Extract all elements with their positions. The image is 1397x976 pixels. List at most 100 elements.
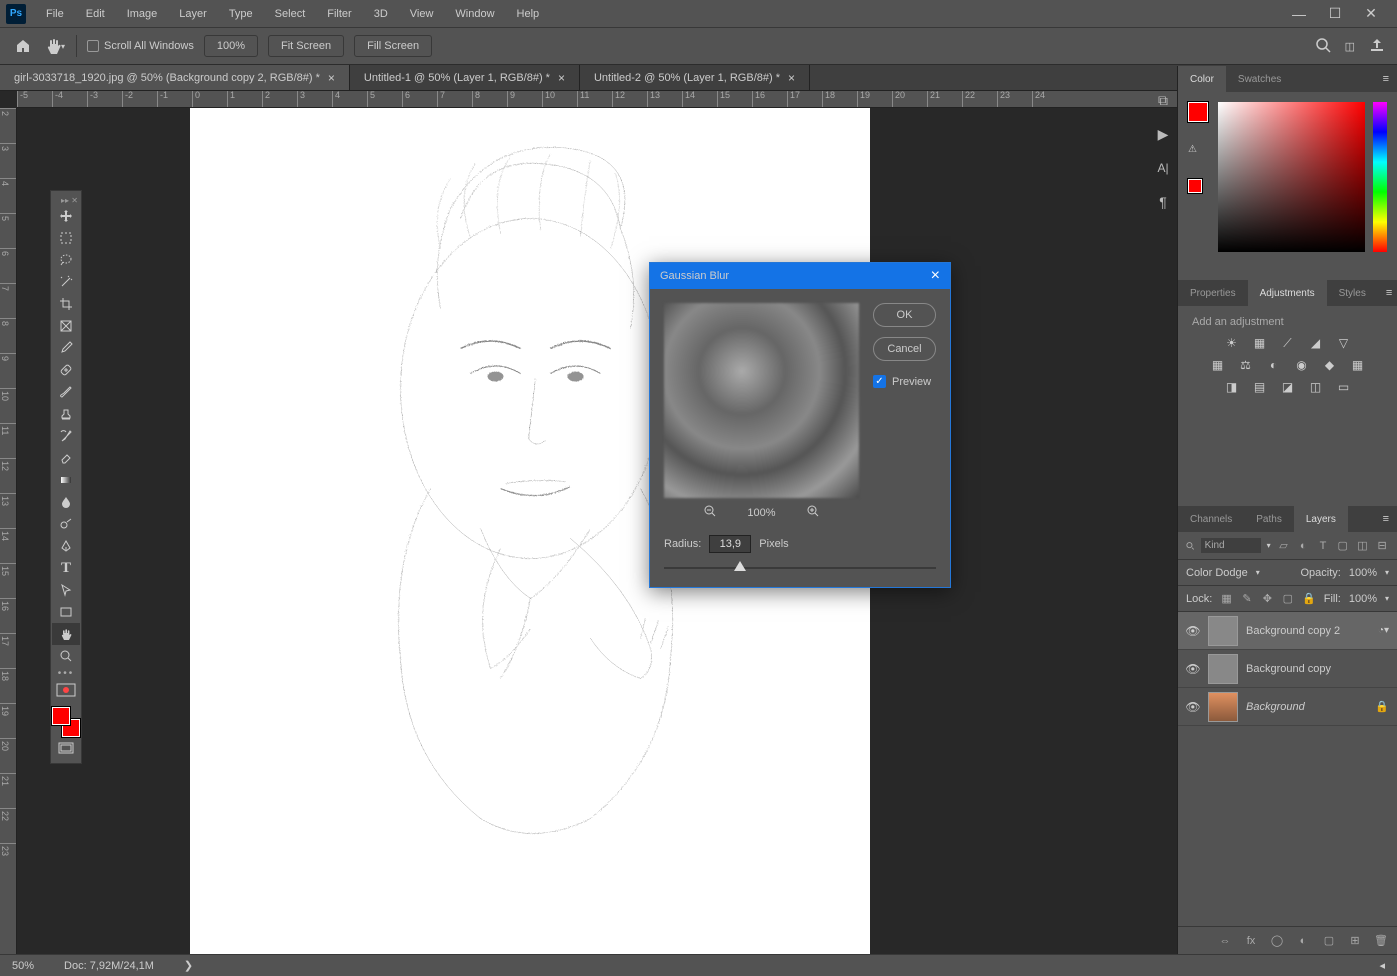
radius-input[interactable] (709, 535, 751, 553)
dodge-tool[interactable] (52, 513, 80, 535)
hand-tool-icon[interactable]: ▾ (44, 35, 66, 57)
history-brush-tool[interactable] (52, 425, 80, 447)
blur-tool[interactable] (52, 491, 80, 513)
healing-tool[interactable] (52, 359, 80, 381)
color-swatches[interactable] (52, 707, 80, 737)
zoom-in-icon[interactable] (806, 504, 820, 521)
bw-icon[interactable]: ◐ (1265, 358, 1283, 372)
layer-name[interactable]: Background (1246, 701, 1367, 713)
layer-kind-filter[interactable] (1201, 538, 1261, 553)
lock-transparent-icon[interactable]: ▦ (1220, 591, 1232, 607)
layer-name[interactable]: Background copy (1246, 663, 1389, 675)
lock-all-icon[interactable]: 🔒 (1302, 591, 1316, 607)
ok-button[interactable]: OK (873, 303, 936, 327)
screen-mode-icon[interactable] (52, 737, 80, 759)
layer-row[interactable]: 👁Background copy (1178, 650, 1397, 688)
stamp-tool[interactable] (52, 403, 80, 425)
brush-tool[interactable] (52, 381, 80, 403)
curves-icon[interactable]: ⟋ (1279, 336, 1297, 350)
hue-icon[interactable]: ▦ (1209, 358, 1227, 372)
mixer-icon[interactable]: ◆ (1321, 358, 1339, 372)
paragraph-icon[interactable]: ¶ (1153, 192, 1173, 212)
menu-filter[interactable]: Filter (317, 4, 361, 24)
path-select-tool[interactable] (52, 579, 80, 601)
edit-toolbar[interactable]: ••• (58, 667, 75, 679)
actions-icon[interactable]: ▶ (1153, 124, 1173, 144)
new-group-icon[interactable]: ▢ (1321, 933, 1337, 949)
balance-icon[interactable]: ⚖ (1237, 358, 1255, 372)
menu-select[interactable]: Select (265, 4, 316, 24)
lock-position-icon[interactable]: ✥ (1261, 591, 1273, 607)
tab-styles[interactable]: Styles (1327, 280, 1378, 306)
toolbox-handle[interactable]: ▸▸ ✕ (51, 195, 81, 205)
eyedropper-tool[interactable] (52, 337, 80, 359)
menu-image[interactable]: Image (117, 4, 168, 24)
visibility-icon[interactable]: 👁 (1186, 700, 1200, 714)
lasso-tool[interactable] (52, 249, 80, 271)
move-tool[interactable] (52, 205, 80, 227)
fx-icon[interactable]: fx (1243, 933, 1259, 949)
lookup-icon[interactable]: ▦ (1349, 358, 1367, 372)
menu-file[interactable]: File (36, 4, 74, 24)
close-button[interactable]: ✕ (1359, 5, 1383, 23)
tab-color[interactable]: Color (1178, 66, 1226, 92)
new-layer-icon[interactable]: ⊞ (1347, 933, 1363, 949)
filter-shape-icon[interactable]: ▢ (1336, 538, 1350, 554)
pen-tool[interactable] (52, 535, 80, 557)
filter-smart-icon[interactable]: ◫ (1356, 538, 1370, 554)
tab-adjustments[interactable]: Adjustments (1248, 280, 1327, 306)
panel-menu-icon[interactable]: ≡ (1375, 66, 1397, 92)
foreground-swatch[interactable] (1188, 102, 1208, 122)
zoom-level[interactable]: 100% (204, 35, 258, 57)
type-tool[interactable]: T (52, 557, 80, 579)
scroll-left-icon[interactable]: ◂ (1379, 959, 1385, 972)
tab-swatches[interactable]: Swatches (1226, 66, 1293, 92)
menu-3d[interactable]: 3D (364, 4, 398, 24)
brightness-icon[interactable]: ☀ (1223, 336, 1241, 350)
layer-thumbnail[interactable] (1208, 654, 1238, 684)
dialog-preview[interactable] (664, 303, 859, 498)
color-field[interactable] (1218, 102, 1365, 252)
delete-layer-icon[interactable]: 🗑 (1373, 933, 1389, 949)
filter-adjust-icon[interactable]: ◐ (1296, 538, 1310, 554)
warning-swatch[interactable] (1188, 179, 1202, 193)
search-icon[interactable] (1315, 37, 1331, 56)
menu-layer[interactable]: Layer (169, 4, 217, 24)
filter-type-icon[interactable]: T (1316, 538, 1330, 554)
levels-icon[interactable]: ▦ (1251, 336, 1269, 350)
maximize-button[interactable]: ☐ (1323, 5, 1347, 23)
zoom-out-icon[interactable] (703, 504, 717, 521)
wand-tool[interactable] (52, 271, 80, 293)
filter-pixel-icon[interactable]: ▱ (1277, 538, 1291, 554)
layer-row[interactable]: 👁Background copy 2◔▾ (1178, 612, 1397, 650)
arrange-icon[interactable]: ◫ (1345, 40, 1355, 53)
history-icon[interactable]: ⧉ (1153, 90, 1173, 110)
hue-slider[interactable] (1373, 102, 1387, 252)
home-icon[interactable] (12, 35, 34, 57)
doc-tab-1[interactable]: Untitled-1 @ 50% (Layer 1, RGB/8#) *× (350, 65, 580, 90)
filter-toggle-icon[interactable]: ⊟ (1375, 538, 1389, 554)
preview-checkbox[interactable]: ✓ (873, 375, 886, 388)
hand-tool[interactable] (52, 623, 80, 645)
menu-edit[interactable]: Edit (76, 4, 115, 24)
scroll-all-checkbox[interactable]: Scroll All Windows (87, 40, 194, 52)
layer-row[interactable]: 👁Background🔒 (1178, 688, 1397, 726)
frame-tool[interactable] (52, 315, 80, 337)
posterize-icon[interactable]: ▤ (1251, 380, 1269, 394)
gradient-tool[interactable] (52, 469, 80, 491)
photo-filter-icon[interactable]: ◉ (1293, 358, 1311, 372)
fit-screen-button[interactable]: Fit Screen (268, 35, 344, 57)
tab-paths[interactable]: Paths (1244, 506, 1294, 532)
dialog-close-icon[interactable]: × (931, 267, 940, 285)
dialog-title-bar[interactable]: Gaussian Blur × (650, 263, 950, 289)
status-zoom[interactable]: 50% (12, 960, 34, 972)
smart-filter-icon[interactable]: ◔▾ (1378, 625, 1389, 636)
panel-menu-icon[interactable]: ≡ (1375, 506, 1397, 532)
menu-view[interactable]: View (400, 4, 444, 24)
lock-paint-icon[interactable]: ✎ (1241, 591, 1253, 607)
panel-menu-icon[interactable]: ≡ (1378, 280, 1397, 306)
share-icon[interactable] (1369, 37, 1385, 56)
doc-tab-0[interactable]: girl-3033718_1920.jpg @ 50% (Background … (0, 65, 350, 90)
quick-mask-icon[interactable] (52, 679, 80, 701)
fill-screen-button[interactable]: Fill Screen (354, 35, 432, 57)
